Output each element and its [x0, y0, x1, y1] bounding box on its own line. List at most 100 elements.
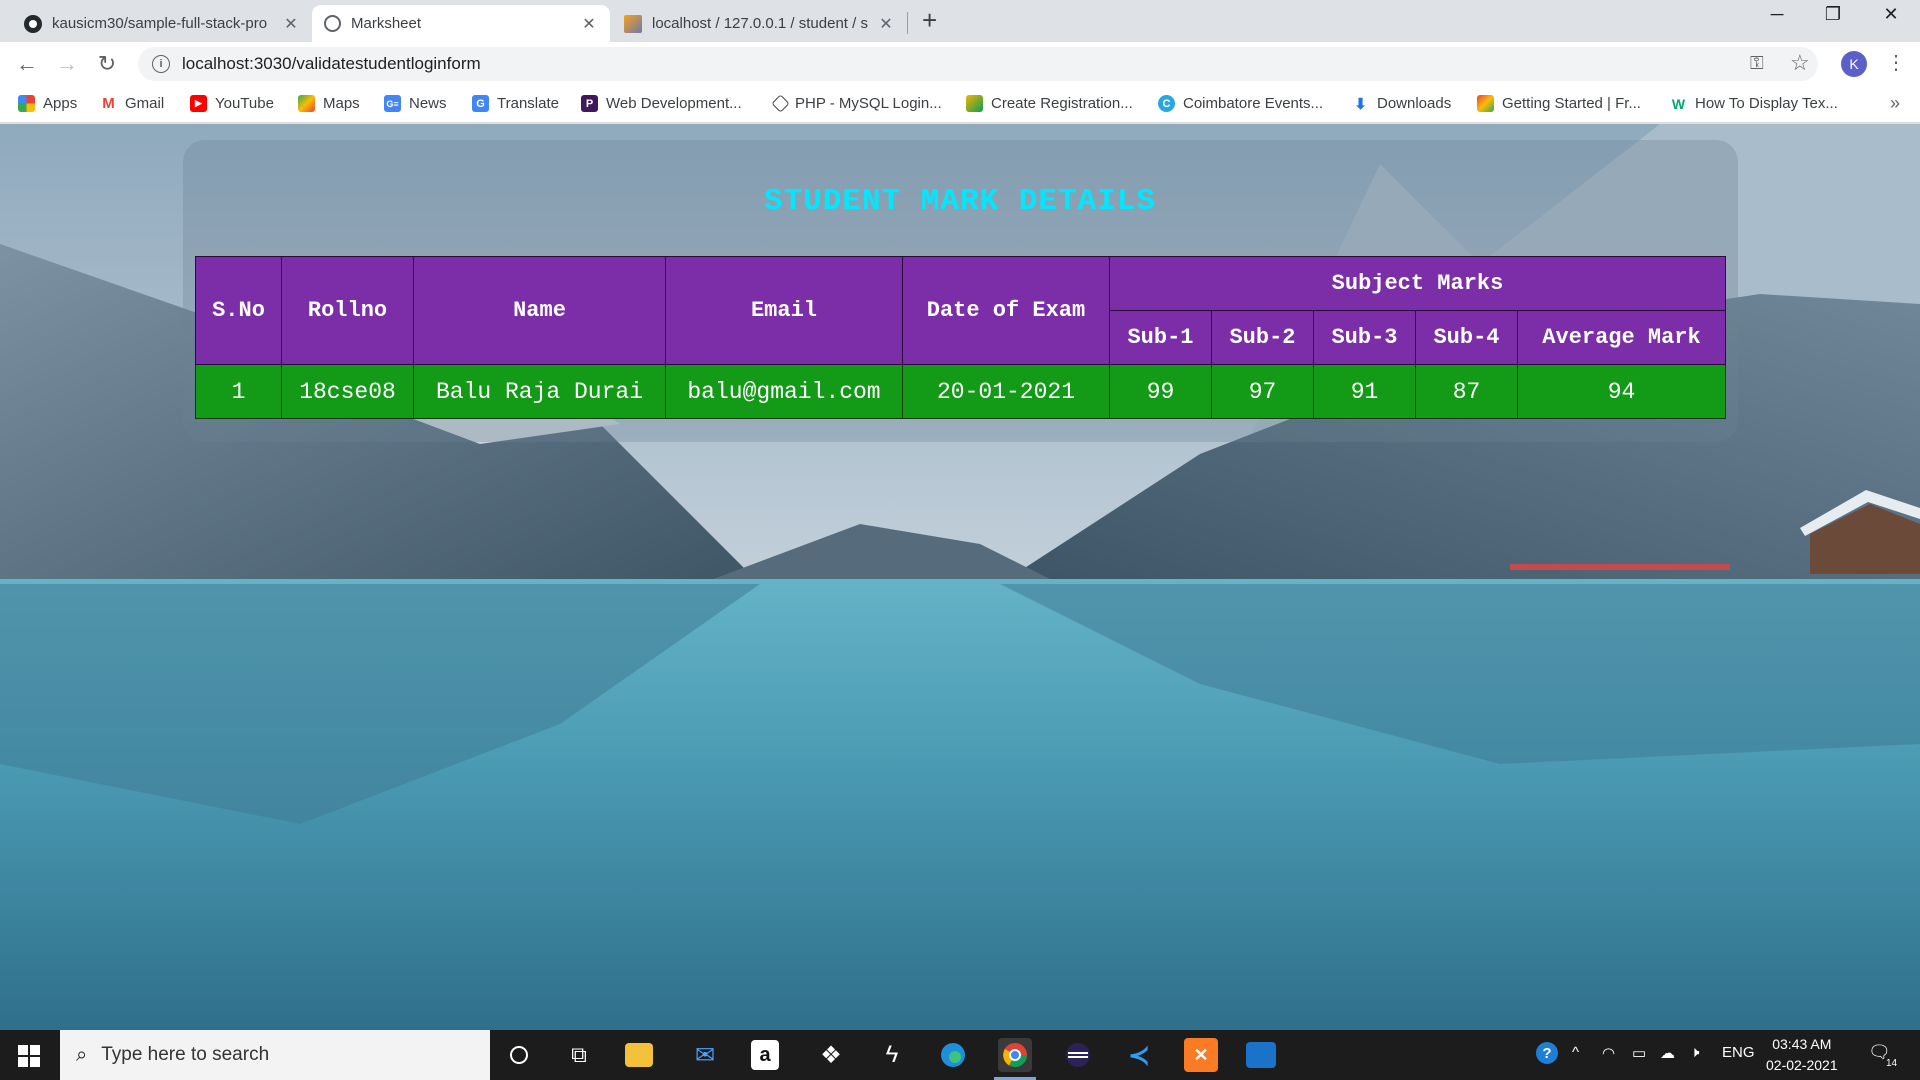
registration-icon	[966, 95, 983, 112]
language-indicator[interactable]: ENG	[1722, 1044, 1755, 1061]
app-icon[interactable]: ϟ	[875, 1038, 909, 1072]
bookmark-registration[interactable]: Create Registration...	[966, 95, 1133, 112]
bookmark-label: YouTube	[215, 95, 274, 112]
minimize-button[interactable]: ─	[1752, 4, 1802, 25]
bookmarks-bar: Apps M Gmail ▶ YouTube Maps G≡ News G Tr…	[0, 86, 1920, 123]
header-subject-marks: Subject Marks	[1109, 256, 1726, 311]
close-icon[interactable]: ✕	[580, 14, 598, 34]
wifi-icon[interactable]: ◠	[1602, 1044, 1615, 1062]
url-text[interactable]: localhost:3030/validatestudentloginform	[182, 54, 481, 74]
close-icon[interactable]: ✕	[282, 14, 300, 34]
task-view-icon[interactable]: ⧉	[562, 1038, 596, 1072]
webdev-icon: P	[581, 95, 598, 112]
star-icon[interactable]: ☆	[1790, 50, 1810, 76]
menu-icon[interactable]: ⋮	[1886, 50, 1906, 75]
header-average: Average Mark	[1517, 310, 1726, 365]
bookmark-translate[interactable]: G Translate	[472, 95, 559, 112]
bookmark-label: How To Display Tex...	[1695, 95, 1838, 112]
bookmark-label: Maps	[323, 95, 360, 112]
bookmark-label: Getting Started | Fr...	[1502, 95, 1641, 112]
table-row: 1 18cse08 Balu Raja Durai balu@gmail.com…	[195, 364, 1726, 419]
svg-text:?: ?	[1542, 1045, 1551, 1062]
phpmyadmin-icon	[624, 14, 642, 33]
chevron-more-icon[interactable]: »	[1890, 93, 1900, 114]
taskbar-search[interactable]: ⌕ Type here to search	[60, 1030, 490, 1080]
bookmark-getting-started[interactable]: Getting Started | Fr...	[1477, 95, 1641, 112]
taskbar-clock[interactable]: 03:43 AM 02-02-2021	[1766, 1034, 1838, 1076]
edge-icon[interactable]	[936, 1038, 970, 1072]
cell-sub2: 97	[1211, 364, 1314, 419]
onedrive-icon[interactable]: ☁	[1660, 1044, 1675, 1062]
cell-average: 94	[1517, 364, 1726, 419]
restore-button[interactable]: ❐	[1808, 4, 1858, 25]
chrome-icon[interactable]	[998, 1038, 1032, 1072]
globe-icon	[324, 15, 341, 32]
help-icon[interactable]: ?	[1534, 1040, 1560, 1070]
forward-button[interactable]: →	[54, 51, 80, 77]
tab-separator	[907, 12, 908, 34]
header-email: Email	[665, 256, 903, 365]
cell-name: Balu Raja Durai	[413, 364, 666, 419]
vscode-icon[interactable]: ≺	[1122, 1038, 1156, 1072]
maps-icon	[298, 95, 315, 112]
file-explorer-icon[interactable]	[625, 1043, 653, 1067]
page-viewport: STUDENT MARK DETAILS S.No Rollno Name Em…	[0, 124, 1920, 1030]
volume-icon[interactable]: 🕨	[1690, 1044, 1699, 1061]
reload-button[interactable]: ↻	[94, 51, 120, 77]
bookmark-label: Gmail	[125, 95, 165, 112]
bookmark-gmail[interactable]: M Gmail	[100, 95, 164, 112]
battery-icon[interactable]: ▭	[1632, 1044, 1646, 1062]
header-date: Date of Exam	[902, 256, 1110, 365]
close-window-button[interactable]: ✕	[1866, 4, 1916, 25]
address-bar[interactable]: i localhost:3030/validatestudentloginfor…	[138, 47, 1818, 81]
bookmark-label: Coimbatore Events...	[1183, 95, 1324, 112]
amazon-icon[interactable]: a	[751, 1040, 779, 1070]
bookmark-php[interactable]: PHP - MySQL Login...	[771, 94, 942, 113]
cell-date: 20-01-2021	[902, 364, 1110, 419]
xampp-icon[interactable]: ✕	[1184, 1038, 1218, 1072]
cell-sub1: 99	[1109, 364, 1212, 419]
github-icon	[24, 14, 42, 33]
dropbox-icon[interactable]: ❖	[814, 1038, 848, 1072]
windows-start-icon[interactable]	[18, 1045, 40, 1067]
youtube-icon: ▶	[190, 95, 207, 112]
getting-started-icon	[1477, 95, 1494, 112]
translate-icon: G	[472, 95, 489, 112]
tab-phpmyadmin[interactable]: localhost / 127.0.0.1 / student / s ✕	[612, 5, 907, 42]
header-rollno: Rollno	[281, 256, 414, 365]
marks-table: S.No Rollno Name Email Date of Exam Subj…	[195, 256, 1726, 419]
tab-title: localhost / 127.0.0.1 / student / s	[652, 15, 868, 32]
table-header-row: S.No Rollno Name Email Date of Exam Subj…	[195, 256, 1726, 365]
notification-count: 14	[1884, 1058, 1900, 1069]
bookmark-webdev[interactable]: P Web Development...	[581, 95, 742, 112]
bookmark-apps[interactable]: Apps	[18, 95, 77, 112]
back-button[interactable]: ←	[14, 51, 40, 77]
photos-icon[interactable]	[1246, 1042, 1276, 1068]
page-title: STUDENT MARK DETAILS	[763, 184, 1157, 219]
php-icon	[771, 94, 790, 113]
cell-rollno: 18cse08	[281, 364, 414, 419]
bookmark-w3schools[interactable]: W How To Display Tex...	[1670, 95, 1838, 112]
search-placeholder: Type here to search	[101, 1044, 270, 1065]
apps-grid-icon	[18, 95, 35, 112]
bookmark-news[interactable]: G≡ News	[384, 95, 447, 112]
chevron-up-icon[interactable]: ^	[1572, 1044, 1579, 1061]
profile-avatar[interactable]: K	[1841, 51, 1867, 77]
w3schools-icon: W	[1670, 95, 1687, 112]
bookmark-label: Apps	[43, 95, 78, 112]
bookmark-youtube[interactable]: ▶ YouTube	[190, 95, 274, 112]
tab-github[interactable]: kausicm30/sample-full-stack-pro ✕	[12, 5, 312, 42]
close-icon[interactable]: ✕	[877, 14, 895, 34]
bookmark-downloads[interactable]: ⬇ Downloads	[1352, 95, 1451, 113]
tab-marksheet[interactable]: Marksheet ✕	[312, 5, 610, 42]
info-icon[interactable]: i	[152, 55, 170, 73]
new-tab-button[interactable]: +	[922, 7, 937, 33]
eclipse-icon[interactable]	[1061, 1038, 1095, 1072]
mail-icon[interactable]: ✉	[688, 1038, 722, 1072]
cell-sno: 1	[195, 364, 282, 419]
cell-sub4: 87	[1415, 364, 1518, 419]
key-icon[interactable]: ⚿	[1750, 53, 1764, 74]
bookmark-maps[interactable]: Maps	[298, 95, 360, 112]
cortana-icon[interactable]	[502, 1038, 536, 1072]
bookmark-events[interactable]: C Coimbatore Events...	[1158, 95, 1323, 112]
